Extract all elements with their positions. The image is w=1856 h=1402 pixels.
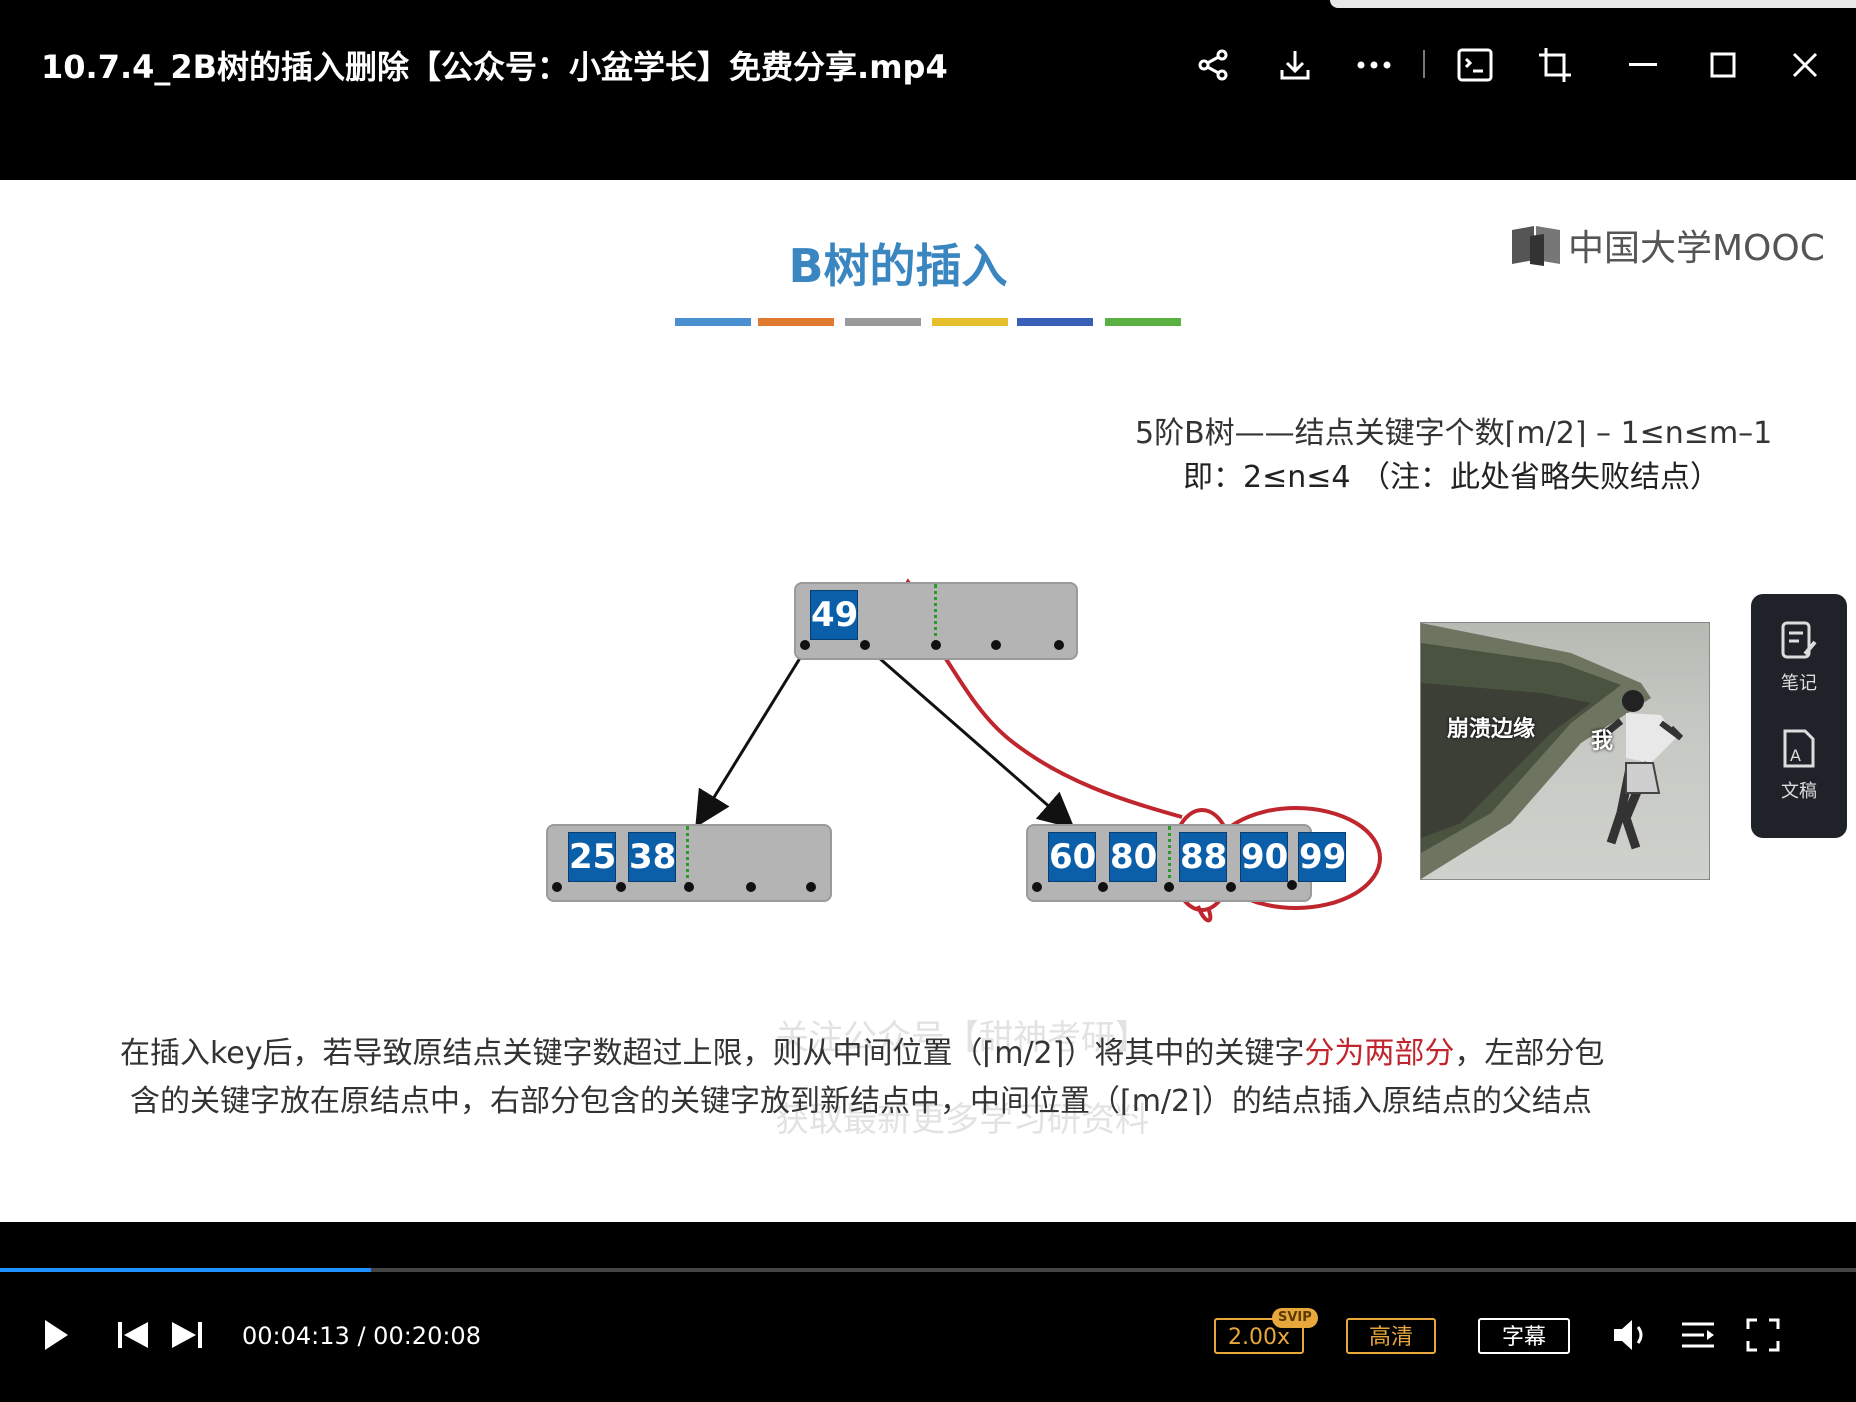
- download-icon[interactable]: [1270, 40, 1320, 90]
- meme-image: 崩溃边缘 我: [1420, 622, 1710, 880]
- pointer-dot: [1287, 880, 1297, 890]
- current-time: 00:04:13: [242, 1322, 350, 1350]
- crop-icon[interactable]: [1530, 40, 1580, 90]
- root-node: 49: [794, 582, 1078, 660]
- volume-icon[interactable]: [1612, 1318, 1652, 1356]
- notes-button[interactable]: 笔记: [1751, 620, 1847, 695]
- key-90: 90: [1240, 832, 1288, 882]
- previous-icon[interactable]: [116, 1320, 150, 1354]
- total-time: 00:20:08: [373, 1322, 481, 1350]
- title-bar: 10.7.4_2B树的插入删除【公众号：小盆学长】免费分享.mp4: [0, 0, 1856, 180]
- transcript-button[interactable]: A 文稿: [1751, 728, 1847, 803]
- screenshot-icon[interactable]: [1450, 40, 1500, 90]
- window-edge: [1330, 0, 1856, 8]
- edge-left: [695, 649, 807, 828]
- key-99: 99: [1298, 832, 1346, 882]
- notes-icon: [1781, 621, 1817, 659]
- key-25: 25: [568, 832, 616, 882]
- side-panel: 笔记 A 文稿: [1751, 594, 1847, 838]
- node-divider: [686, 826, 689, 886]
- player-controls: 00:04:13 / 00:20:08 2.00x SVIP 高清 字幕: [0, 1222, 1856, 1402]
- explanation-line-2: 含的关键字放在原结点中，右部分包含的关键字放到新结点中，中间位置（⌈m/2⌉）的…: [130, 1084, 1592, 1119]
- close-icon[interactable]: [1780, 40, 1830, 90]
- key-38: 38: [628, 832, 676, 882]
- playlist-icon[interactable]: [1680, 1320, 1716, 1354]
- next-icon[interactable]: [170, 1320, 204, 1354]
- fullscreen-icon[interactable]: [1746, 1318, 1780, 1356]
- time-display: 00:04:13 / 00:20:08: [242, 1322, 481, 1350]
- svip-badge: SVIP: [1272, 1308, 1318, 1328]
- key-80: 80: [1109, 832, 1157, 882]
- share-icon[interactable]: [1188, 40, 1238, 90]
- key-60: 60: [1048, 832, 1096, 882]
- edge-right: [869, 648, 1075, 829]
- transcript-icon: A: [1783, 729, 1815, 768]
- key-88: 88: [1179, 832, 1227, 882]
- maximize-icon[interactable]: [1698, 40, 1748, 90]
- video-frame[interactable]: B树的插入 中国大学MOOC 5阶B树——结点关键字个数⌈m/2⌉ – 1≤n≤…: [0, 180, 1856, 1222]
- play-icon[interactable]: [42, 1318, 70, 1356]
- more-icon[interactable]: [1349, 40, 1399, 90]
- explanation-line-1: 在插入key后，若导致原结点关键字数超过上限，则从中间位置（⌈m/2⌉）将其中的…: [120, 1036, 1605, 1071]
- toolbar-divider: [1423, 50, 1425, 78]
- subtitles-button[interactable]: 字幕: [1478, 1318, 1570, 1354]
- left-child-node: 25 38: [546, 824, 832, 902]
- right-child-node: 60 80 88 90: [1026, 824, 1312, 902]
- video-title: 10.7.4_2B树的插入删除【公众号：小盆学长】免费分享.mp4: [41, 48, 948, 86]
- minimize-icon[interactable]: [1618, 40, 1668, 90]
- svg-text:A: A: [1790, 746, 1801, 765]
- progress-fill[interactable]: [0, 1268, 372, 1272]
- quality-button[interactable]: 高清: [1346, 1318, 1436, 1354]
- key-49: 49: [810, 590, 858, 640]
- time-separator: /: [357, 1322, 366, 1350]
- node-divider: [1168, 826, 1171, 886]
- node-divider: [934, 584, 937, 644]
